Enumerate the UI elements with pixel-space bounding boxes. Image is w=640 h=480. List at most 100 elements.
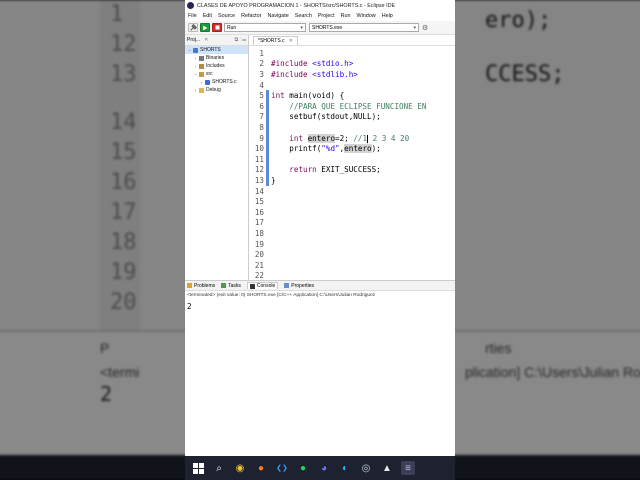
menu-project[interactable]: Project (318, 13, 335, 19)
code-text: #include <stdlib.h> (271, 70, 358, 79)
vscode-icon[interactable]: ❮❯ (275, 461, 289, 475)
tab-console[interactable]: Console (246, 282, 279, 289)
tree-item-binaries[interactable]: › Binaries (185, 54, 248, 62)
code-text: return EXIT_SUCCESS; (271, 165, 380, 175)
menu-file[interactable]: File (188, 13, 197, 19)
tab-problems[interactable]: Problems (187, 283, 215, 289)
firefox-icon[interactable]: ● (254, 461, 268, 475)
chrome-icon[interactable]: ◉ (233, 461, 247, 475)
chevron-icon[interactable]: ⌄ (187, 47, 192, 53)
eclipse-icon[interactable]: ≡ (401, 461, 415, 475)
menu-source[interactable]: Source (218, 13, 235, 19)
tree-item-shorts[interactable]: ⌄ SHORTS (185, 46, 248, 54)
code-line[interactable]: 1 (249, 48, 454, 59)
code-line[interactable]: 15 (249, 196, 454, 207)
steam-icon[interactable]: ◎ (359, 461, 373, 475)
tree-item-label: Debug (206, 87, 221, 93)
code-line[interactable]: 21 (249, 260, 454, 271)
code-line[interactable]: 6 //PARA QUE ECLIPSE FUNCIONE EN (249, 101, 454, 112)
line-number: 16 (254, 207, 264, 217)
chevron-icon[interactable]: › (193, 64, 198, 69)
menu-navigate[interactable]: Navigate (267, 13, 288, 19)
edge-icon[interactable]: ◐ (338, 461, 352, 475)
chevron-icon[interactable]: ⌄ (193, 71, 198, 77)
tab-project-explorer[interactable]: Proj... ✕ ⧉ ⋮ ▭ (185, 35, 248, 46)
menu-search[interactable]: Search (295, 13, 312, 19)
change-marker (266, 48, 269, 59)
launch-stop-button[interactable] (212, 23, 222, 32)
tab-properties[interactable]: Properties (284, 283, 314, 289)
line-number: 14 (254, 186, 264, 196)
tree-item-src[interactable]: ⌄ src (185, 70, 248, 78)
bottom-tab-bar: Problems Tasks Console Properties (185, 281, 455, 291)
code-line[interactable]: 4 (249, 80, 454, 91)
chevron-icon[interactable]: › (199, 80, 204, 85)
tab-shorts-c[interactable]: *SHORTS.c ✕ (253, 35, 298, 45)
chevron-icon[interactable]: › (193, 88, 198, 93)
menu-run[interactable]: Run (341, 13, 351, 19)
include-path: <stdio.h> (307, 59, 354, 69)
code-line[interactable]: 2 #include <stdio.h> (249, 59, 454, 70)
launch-run-button[interactable] (200, 23, 210, 32)
view-menu-icon[interactable]: ⧉ ⋮ ▭ (235, 37, 248, 43)
change-marker (266, 59, 269, 70)
code-line[interactable]: 14 (249, 186, 454, 197)
project-explorer: Proj... ✕ ⧉ ⋮ ▭ ⌄ SHORTS › Binaries › Include… (185, 35, 249, 280)
code-line[interactable]: 18 (249, 228, 454, 239)
console-output[interactable]: 2 (185, 300, 455, 312)
title-bar: CLASES DE APOYO PROGRAMACION 1 - SHORTS/… (185, 0, 455, 11)
gear-icon[interactable]: ⚙ (422, 24, 428, 32)
line-number: 18 (254, 228, 264, 238)
code-line[interactable]: 11 (249, 154, 454, 165)
keyword: return (289, 165, 317, 175)
project-folder-icon (193, 47, 198, 53)
code-line[interactable]: 19 (249, 239, 454, 250)
code-line[interactable]: 17 (249, 218, 454, 229)
include-directive: #include (271, 69, 308, 79)
close-icon[interactable]: ✕ (289, 38, 293, 44)
tasks-icon (221, 283, 227, 288)
launch-target-select[interactable]: SHORTS.exe ▾ (309, 23, 419, 32)
chevron-icon[interactable]: › (193, 56, 198, 61)
change-marker (266, 101, 269, 112)
blurred-code: ero); (485, 8, 552, 33)
discord-icon[interactable]: ◕ (317, 461, 331, 475)
tree-item-shorts-c[interactable]: › SHORTS.c (185, 78, 248, 86)
code-line[interactable]: 16 (249, 207, 454, 218)
blurred-line-number: 1 (110, 2, 124, 27)
code-line[interactable]: 10 printf("%d",entero); (249, 143, 454, 154)
change-marker (266, 260, 269, 271)
tab-tasks[interactable]: Tasks (221, 283, 241, 289)
code-line[interactable]: 20 (249, 249, 454, 260)
inkscape-icon[interactable]: ▲ (380, 461, 394, 475)
tree-item-debug[interactable]: › Debug (185, 86, 248, 94)
close-icon[interactable]: ✕ (204, 37, 208, 43)
tab-label: Properties (291, 282, 315, 289)
code-line[interactable]: 13} (249, 175, 454, 186)
menu-window[interactable]: Window (357, 13, 376, 19)
line-number: 19 (254, 239, 264, 249)
code-area[interactable]: 1 2 #include <stdio.h> 3 #include <stdlib.… (249, 46, 455, 281)
code-text: int entero=2; //1 2 3 4 20 (271, 133, 409, 143)
launch-target-value: SHORTS.exe (312, 24, 343, 31)
code-line[interactable]: 5 int main(void) { (249, 90, 454, 101)
launch-mode-select[interactable]: Run ▾ (224, 23, 306, 32)
editor-tab-bar: *SHORTS.c ✕ (249, 35, 455, 46)
menu-help[interactable]: Help (382, 13, 393, 19)
code-token: printf( (271, 144, 322, 154)
menu-edit[interactable]: Edit (203, 13, 212, 19)
tree-item-includes[interactable]: › Includes (185, 62, 248, 70)
code-line[interactable]: 3 #include <stdlib.h> (249, 69, 454, 80)
code-line[interactable]: 12 return EXIT_SUCCESS; (249, 164, 454, 176)
code-line[interactable]: 8 (249, 122, 454, 133)
code-line[interactable]: 9 int entero=2; //1 2 3 4 20 (249, 132, 454, 144)
change-marker (266, 164, 269, 176)
windows-start-icon[interactable] (191, 461, 205, 475)
spotify-icon[interactable]: ● (296, 461, 310, 475)
menu-refactor[interactable]: Refactor (241, 13, 261, 19)
blurred-background-left: 1 12 13 14 15 16 17 18 19 20 P <termi 2 (0, 0, 185, 480)
search-icon[interactable]: ⌕ (212, 461, 226, 475)
code-line[interactable]: 7 setbuf(stdout,NULL); (249, 111, 454, 123)
build-hammer-icon[interactable] (188, 23, 198, 32)
